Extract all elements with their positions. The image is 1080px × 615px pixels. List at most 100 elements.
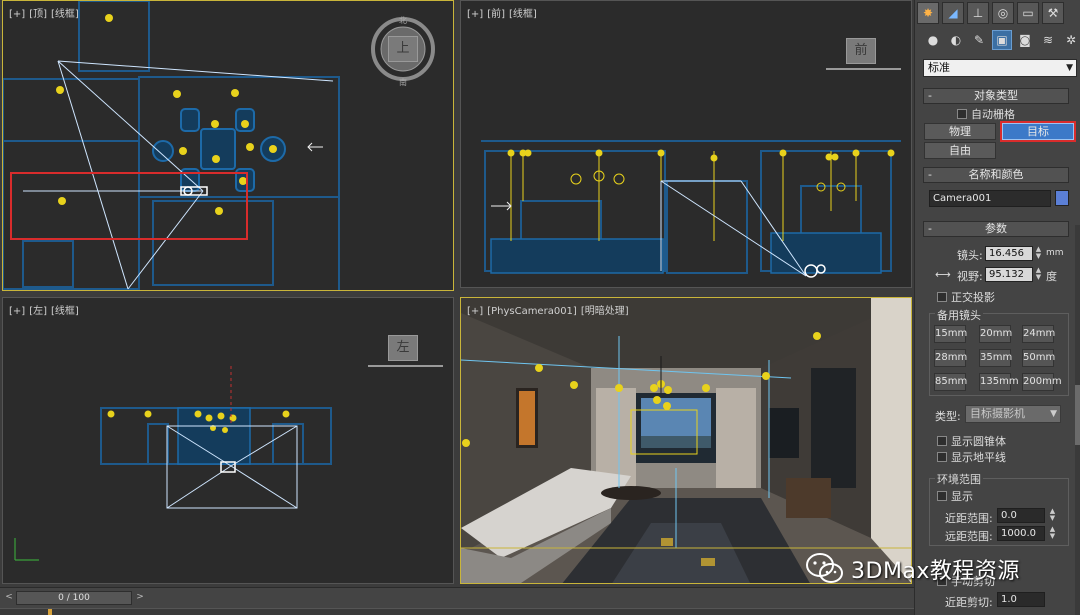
viewcube-front[interactable]: 前 [846,38,876,64]
systems-icon[interactable]: ✲ [1061,30,1080,50]
category-dropdown[interactable]: 标准 ▼ [923,59,1077,77]
lens-spinner[interactable]: 16.456 [985,246,1033,261]
show-cone-label: 显示圆锥体 [951,435,1006,448]
scrollbar-thumb[interactable] [1075,385,1080,445]
fov-spinner-arrows[interactable]: ▲ ▼ [1034,267,1043,282]
near-clip-field[interactable]: 1.0 [997,592,1045,607]
physical-camera-button[interactable]: 物理 [924,123,996,140]
shading-mode[interactable]: [线框] [51,306,79,317]
spacewarps-icon[interactable]: ≋ [1038,30,1058,50]
lens-35mm-button[interactable]: 35mm [979,349,1012,367]
lens-50mm-button[interactable]: 50mm [1022,349,1055,367]
time-prev-button[interactable]: < [3,591,15,605]
env-show-checkbox[interactable]: 显示 [937,488,973,504]
checkbox-icon[interactable] [937,491,947,501]
rollout-parameters[interactable]: - 参数 [923,221,1069,237]
viewport-left[interactable]: [+] [左] [线框] 左 [2,297,454,584]
near-range-spinner-arrows[interactable]: ▲ ▼ [1048,508,1057,523]
current-frame-marker[interactable] [48,609,52,615]
near-range-field[interactable]: 0.0 [997,508,1045,523]
checkbox-icon[interactable] [937,292,947,302]
near-range-label: 近距范围: [945,512,993,525]
display-tab-icon[interactable]: ▭ [1017,2,1039,24]
lens-200mm-button[interactable]: 200mm [1022,373,1062,391]
view-name[interactable]: [左] [29,306,47,317]
rollout-name-color[interactable]: - 名称和颜色 [923,167,1069,183]
geometry-icon[interactable]: ● [923,30,943,50]
checkbox-icon[interactable] [937,436,947,446]
near-clip-label: 近距剪切: [945,596,993,609]
lens-85mm-button[interactable]: 85mm [934,373,967,391]
viewport-top-label[interactable]: [+] [顶] [线框] [9,5,83,20]
lens-15mm-button[interactable]: 15mm [934,325,967,343]
lens-20mm-button[interactable]: 20mm [979,325,1012,343]
rollout-title: 参数 [985,222,1007,235]
shapes-icon[interactable]: ◐ [946,30,966,50]
view-name[interactable]: [前] [487,9,505,20]
object-name-field[interactable]: Camera001 [929,190,1051,207]
create-categories: ● ◐ ✎ ▣ ◙ ≋ ✲ [923,30,1080,50]
viewcube-top[interactable]: 上 [388,36,418,62]
camera-type-label: 类型: [935,410,961,423]
object-color-swatch[interactable] [1055,190,1069,206]
lens-label: 镜头: [957,249,983,262]
lens-spinner-arrows[interactable]: ▲ ▼ [1034,246,1043,261]
env-range-title: 环境范围 [935,471,983,487]
left-wireframe [14,365,443,561]
viewport-menu[interactable]: [+] [467,306,483,317]
compass-south: 南 [399,78,407,87]
time-slider[interactable]: 0 / 100 [16,591,132,605]
create-tab-icon[interactable]: ✸ [917,2,939,24]
orthographic-checkbox[interactable]: 正交投影 [937,289,995,305]
viewport-camera-label[interactable]: [+] [PhysCamera001] [明暗处理] [467,302,633,317]
helpers-icon[interactable]: ◙ [1015,30,1035,50]
watermark: 3DMax教程资源 [805,549,1055,589]
lens-24mm-button[interactable]: 24mm [1022,325,1055,343]
view-name[interactable]: [顶] [29,9,47,20]
motion-tab-icon[interactable]: ◎ [992,2,1014,24]
viewport-top[interactable]: [+] [顶] [线框] 上 北 南 [2,0,454,291]
hierarchy-tab-icon[interactable]: ⊥ [967,2,989,24]
camera-type-dropdown[interactable]: 目标摄影机 ▼ [965,405,1061,423]
lens-unit: mm [1046,248,1064,258]
viewport-camera[interactable]: [+] [PhysCamera001] [明暗处理] [460,297,912,584]
utilities-tab-icon[interactable]: ⚒ [1042,2,1064,24]
viewport-front-label[interactable]: [+] [前] [线框] [467,5,541,20]
chevron-down-icon: ▼ [1050,409,1057,419]
cameras-icon[interactable]: ▣ [992,30,1012,50]
viewport-menu[interactable]: [+] [9,306,25,317]
fov-spinner[interactable]: 95.132 [985,267,1033,282]
far-range-spinner-arrows[interactable]: ▲ ▼ [1048,526,1057,541]
modify-tab-icon[interactable]: ◢ [942,2,964,24]
lens-135mm-button[interactable]: 135mm [979,373,1019,391]
viewcube-left[interactable]: 左 [388,335,418,361]
show-cone-checkbox[interactable]: 显示圆锥体 [937,433,1006,449]
view-name[interactable]: [PhysCamera001] [487,306,577,317]
command-panel-tabs: ✸ ◢ ⊥ ◎ ▭ ⚒ [917,2,1064,24]
viewport-left-label[interactable]: [+] [左] [线框] [9,302,83,317]
fov-label: 视野: [957,270,983,283]
checkbox-icon[interactable] [937,452,947,462]
far-range-field[interactable]: 1000.0 [997,526,1045,541]
lights-icon[interactable]: ✎ [969,30,989,50]
shading-mode[interactable]: [线框] [509,9,537,20]
fov-unit: 度 [1046,270,1057,283]
time-next-button[interactable]: > [134,591,146,605]
show-horizon-checkbox[interactable]: 显示地平线 [937,449,1006,465]
viewport-menu[interactable]: [+] [467,9,483,20]
rollout-object-type[interactable]: - 对象类型 [923,88,1069,104]
viewport-menu[interactable]: [+] [9,9,25,20]
shading-mode[interactable]: [线框] [51,9,79,20]
auto-grid-checkbox[interactable]: 自动栅格 [957,106,1015,122]
lens-28mm-button[interactable]: 28mm [934,349,967,367]
collapse-icon: - [928,168,932,181]
viewport-front[interactable]: [+] [前] [线框] 前 [460,0,912,288]
checkbox-icon[interactable] [957,109,967,119]
fov-direction-icon[interactable]: ⟷ [935,268,951,281]
rollout-title: 名称和颜色 [968,168,1024,181]
track-bar[interactable] [0,608,914,615]
collapse-icon: - [928,89,932,102]
shading-mode[interactable]: [明暗处理] [581,306,629,317]
free-camera-button[interactable]: 自由 [924,142,996,159]
panel-scrollbar[interactable] [1075,225,1080,615]
